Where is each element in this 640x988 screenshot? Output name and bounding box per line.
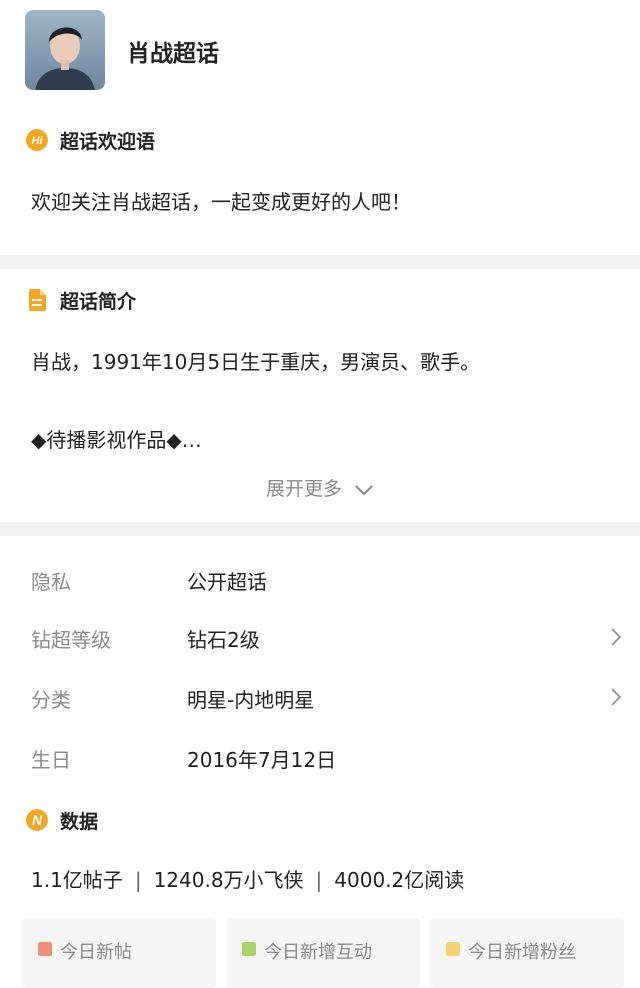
topic-header: 肖战超话 [0,0,640,110]
svg-text:N: N [32,812,43,828]
intro-line: ◆待播影视作品◆… [31,428,202,452]
info-row-key: 生日 [31,748,71,772]
chevron-right-icon [610,627,622,651]
avatar[interactable] [25,10,105,90]
tile-label: 今日新帖 [60,942,132,963]
data-section-header: N 数据 [26,806,98,834]
info-row-value: 明星-内地明星 [187,688,315,712]
tile-label: 今日新增互动 [264,942,372,963]
stats-line: 1.1亿帖子 | 1240.8万小飞侠 | 4000.2亿阅读 [31,864,464,893]
info-row-level[interactable]: 钻超等级 钻石2级 [0,618,640,658]
legend-swatch [38,942,52,956]
info-row-key: 钻超等级 [31,628,111,652]
topic-title: 肖战超话 [127,41,219,67]
welcome-text: 欢迎关注肖战超话，一起变成更好的人吧！ [31,190,411,214]
info-row-value: 2016年7月12日 [187,748,337,772]
info-row-key: 分类 [31,688,71,712]
intro-line: 肖战，1991年10月5日生于重庆，男演员、歌手。 [31,350,481,374]
data-section-title: 数据 [60,810,99,833]
hi-badge-icon: Hi [26,129,48,151]
welcome-section-header: Hi 超话欢迎语 [26,126,155,154]
legend-swatch [446,942,460,956]
info-row-value: 公开超话 [187,570,267,594]
stat-posts: 1.1亿帖子 [31,868,123,892]
stat-separator: | [134,868,142,892]
section-divider [0,255,640,269]
info-row-category[interactable]: 分类 明星-内地明星 [0,678,640,718]
expand-more-button[interactable]: 展开更多 [0,474,640,501]
tile-new-fans[interactable]: 今日新增粉丝 [430,918,624,988]
stat-reads: 4000.2亿阅读 [334,868,465,892]
intro-section-header: 超话简介 [26,286,136,314]
chevron-right-icon [610,687,622,711]
daily-stats-tiles: 今日新帖 今日新增互动 今日新增粉丝 [22,918,624,988]
stat-fans: 1240.8万小飞侠 [153,868,304,892]
welcome-section-title: 超话欢迎语 [60,130,156,153]
document-icon [26,289,48,311]
legend-swatch [242,942,256,956]
stat-separator: | [315,868,323,892]
svg-text:Hi: Hi [32,135,44,147]
info-row-privacy: 隐私 公开超话 [0,560,640,600]
info-row-value: 钻石2级 [187,628,260,652]
tile-label: 今日新增粉丝 [468,942,576,963]
info-row-birthday: 生日 2016年7月12日 [0,738,640,778]
info-row-key: 隐私 [31,570,71,594]
tile-new-posts[interactable]: 今日新帖 [22,918,216,988]
chevron-down-icon [354,479,374,501]
section-divider [0,522,640,536]
n-badge-icon: N [26,809,48,831]
expand-more-label: 展开更多 [265,478,342,500]
intro-section-title: 超话简介 [60,290,137,313]
tile-new-interactions[interactable]: 今日新增互动 [226,918,420,988]
